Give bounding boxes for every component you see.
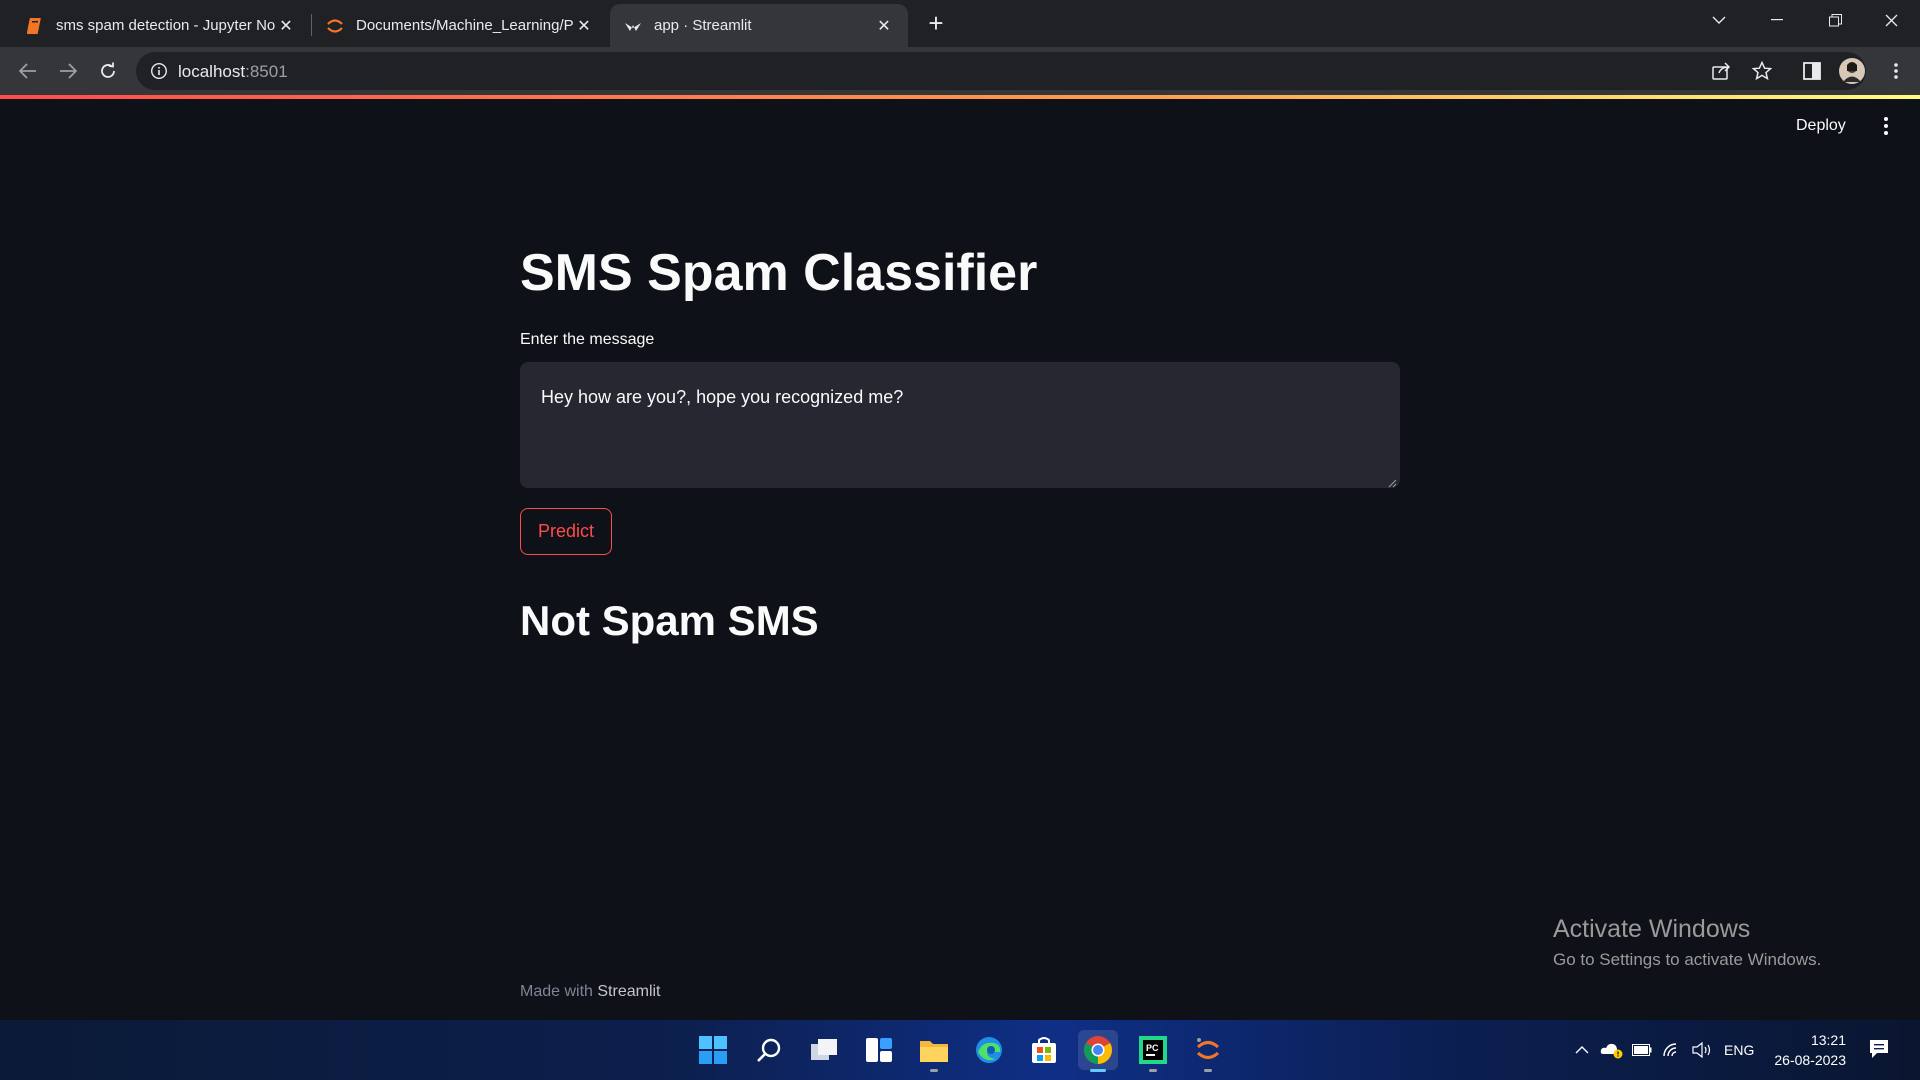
profile-avatar[interactable] — [1838, 57, 1866, 85]
message-input-label: Enter the message — [520, 331, 655, 348]
close-tab-icon[interactable]: ✕ — [574, 16, 594, 36]
tab-jupyter-documents[interactable]: Documents/Machine_Learning/Pr ✕ — [312, 4, 608, 47]
svg-text:PC: PC — [1146, 1043, 1159, 1053]
widgets-icon[interactable] — [859, 1030, 899, 1070]
tab-jupyter-notebook[interactable]: sms spam detection - Jupyter No ✕ — [12, 4, 310, 47]
streamlit-app: Deploy SMS Spam Classifier Enter the mes… — [0, 99, 1920, 1020]
close-tab-icon[interactable]: ✕ — [874, 16, 894, 36]
jupyter-icon — [326, 17, 344, 35]
browser-menu-icon[interactable] — [1882, 57, 1910, 85]
tab-title: app · Streamlit — [654, 17, 752, 34]
message-text: Hey how are you?, hope you recognized me… — [541, 387, 904, 407]
tab-streamlit-app[interactable]: app · Streamlit ✕ — [610, 4, 908, 47]
streamlit-icon — [624, 17, 642, 35]
resize-handle-icon[interactable] — [1387, 475, 1397, 488]
taskbar-clock[interactable]: 13:21 26-08-2023 — [1768, 1030, 1846, 1070]
url-text: localhost:8501 — [178, 62, 288, 81]
edge-browser-icon[interactable] — [969, 1030, 1009, 1070]
footer: Made with Streamlit — [520, 983, 661, 1001]
site-info-icon[interactable] — [150, 62, 168, 80]
running-indicator — [930, 1069, 938, 1072]
main-menu-icon[interactable] — [1882, 116, 1890, 136]
watermark-title: Activate Windows — [1553, 915, 1751, 943]
activate-windows-watermark: Activate Windows Go to Settings to activ… — [1553, 915, 1821, 970]
running-indicator — [1204, 1069, 1212, 1072]
browser-tab-bar: sms spam detection - Jupyter No ✕ Docume… — [0, 0, 1920, 47]
close-window-button[interactable] — [1862, 0, 1920, 40]
notifications-icon[interactable] — [1868, 1038, 1892, 1062]
address-bar[interactable]: localhost:8501 — [136, 52, 1866, 90]
side-panel-icon[interactable] — [1798, 57, 1826, 85]
file-explorer-icon[interactable] — [914, 1030, 954, 1072]
deploy-button[interactable]: Deploy — [1796, 117, 1846, 135]
pycharm-icon[interactable]: PC — [1133, 1030, 1173, 1072]
onedrive-warning-icon[interactable] — [1600, 1038, 1624, 1062]
windows-taskbar: PC ENG 13:21 26-08-2023 — [0, 1020, 1920, 1080]
language-indicator[interactable]: ENG — [1724, 1042, 1754, 1058]
volume-icon[interactable] — [1690, 1038, 1714, 1062]
browser-toolbar: localhost:8501 — [0, 47, 1920, 95]
clock-date: 26-08-2023 — [1774, 1052, 1846, 1068]
share-icon[interactable] — [1708, 57, 1736, 85]
restore-button[interactable] — [1806, 0, 1864, 40]
microsoft-store-icon[interactable] — [1024, 1030, 1064, 1070]
tab-title: sms spam detection - Jupyter No — [56, 17, 276, 34]
running-indicator — [1090, 1069, 1106, 1072]
minimize-button[interactable] — [1748, 0, 1806, 40]
message-textarea[interactable]: Hey how are you?, hope you recognized me… — [520, 362, 1400, 488]
reload-button[interactable] — [94, 57, 122, 85]
bookmark-star-icon[interactable] — [1748, 57, 1776, 85]
prediction-result: Not Spam SMS — [520, 597, 819, 644]
predict-button[interactable]: Predict — [520, 508, 612, 555]
show-hidden-icons-icon[interactable] — [1570, 1038, 1594, 1062]
tab-title: Documents/Machine_Learning/Pr — [356, 17, 574, 34]
running-indicator — [1149, 1069, 1157, 1072]
jupyter-taskbar-icon[interactable] — [1188, 1030, 1228, 1072]
watermark-subtitle: Go to Settings to activate Windows. — [1553, 950, 1822, 969]
chrome-taskbar-icon[interactable] — [1078, 1030, 1118, 1072]
search-icon[interactable] — [749, 1030, 789, 1070]
jupyter-notebook-icon — [26, 17, 44, 35]
close-tab-icon[interactable]: ✕ — [276, 16, 296, 36]
footer-text: Made with — [520, 983, 598, 1000]
battery-icon[interactable] — [1630, 1038, 1654, 1062]
page-title: SMS Spam Classifier — [520, 244, 1038, 302]
tab-search-icon[interactable] — [1690, 0, 1748, 40]
forward-button[interactable] — [54, 57, 82, 85]
back-button[interactable] — [14, 57, 42, 85]
new-tab-button[interactable]: + — [922, 8, 950, 38]
clock-time: 13:21 — [1810, 1032, 1846, 1048]
streamlit-link[interactable]: Streamlit — [597, 983, 660, 1000]
task-view-icon[interactable] — [804, 1030, 844, 1070]
start-button[interactable] — [693, 1030, 733, 1070]
wifi-icon[interactable] — [1660, 1038, 1684, 1062]
